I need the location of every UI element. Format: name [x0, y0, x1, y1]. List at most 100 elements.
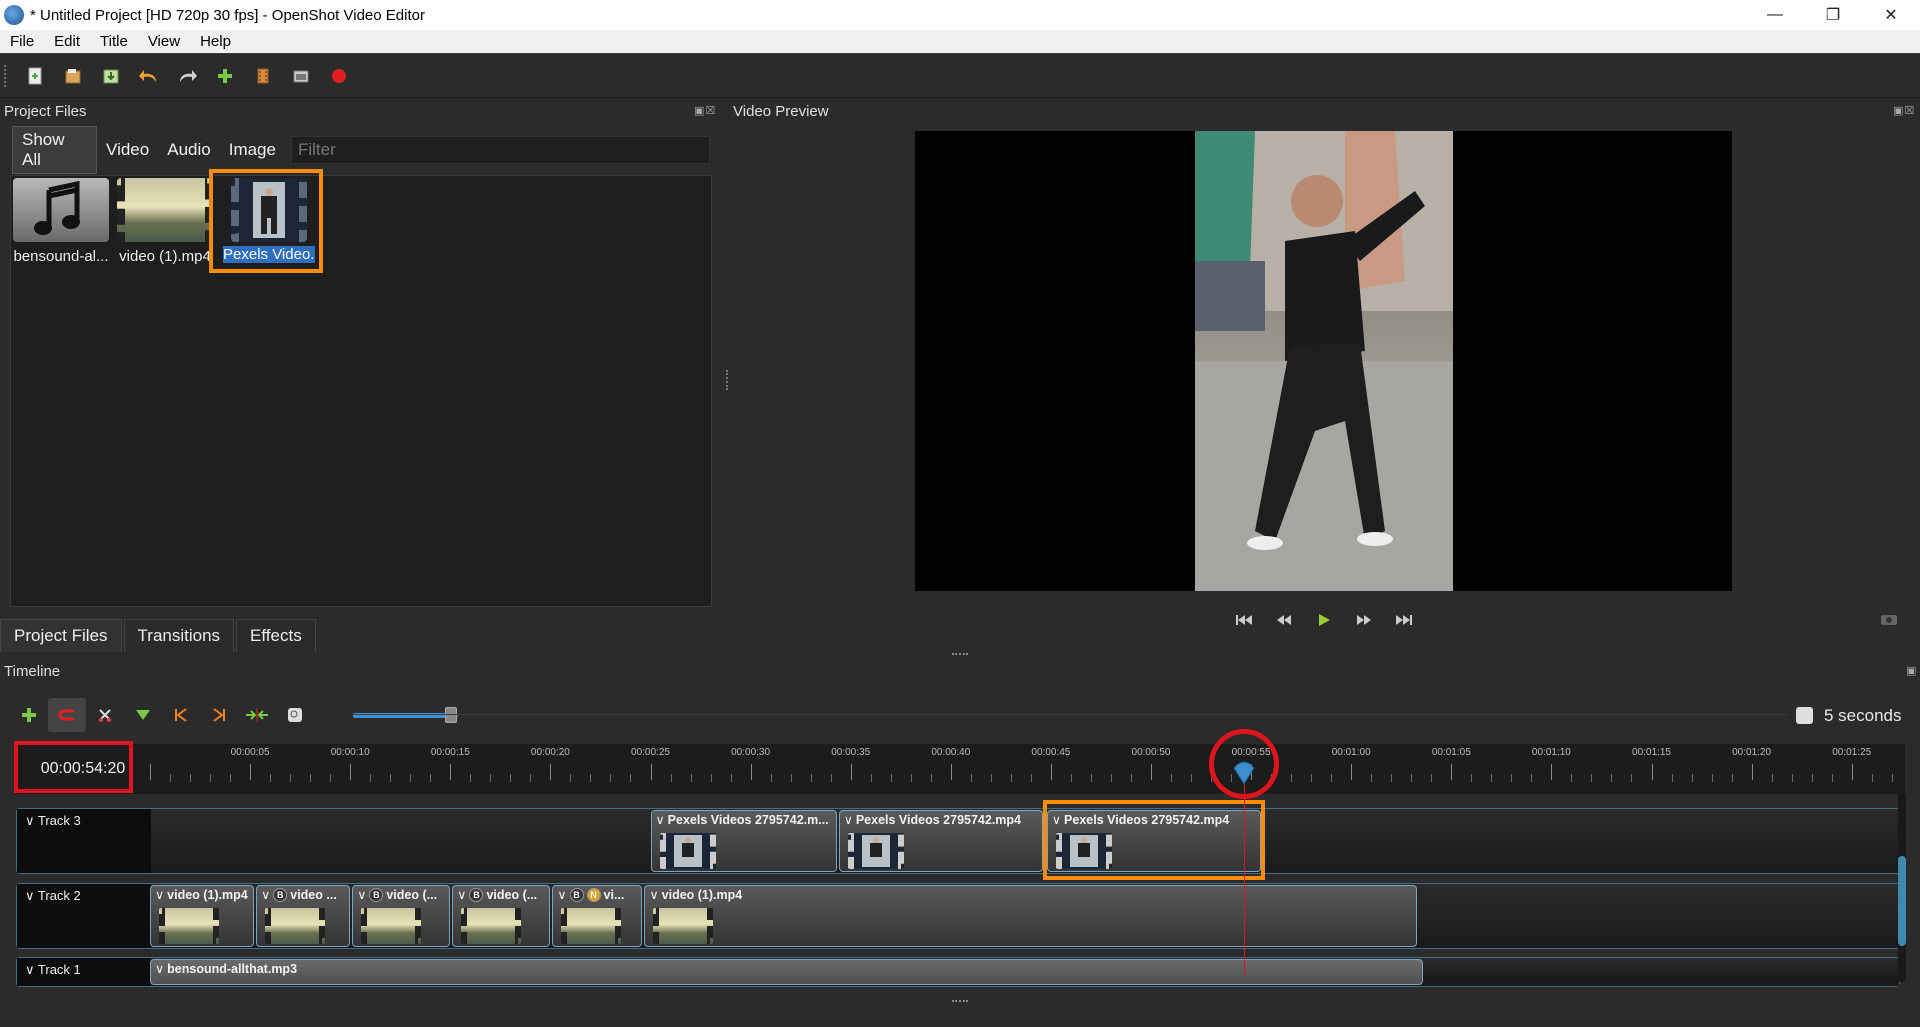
dock-float-icon[interactable]: ▣☒: [1893, 104, 1915, 117]
ruler-tick: [1731, 774, 1733, 782]
highlight-playhead: [1209, 729, 1280, 799]
timeline-clip[interactable]: ∨ Bvideo (...: [452, 885, 551, 947]
timeline-clip[interactable]: ∨ B Nvi...: [552, 885, 643, 947]
timeline-vscrollbar-thumb[interactable]: [1898, 856, 1906, 946]
ruler-tick: [310, 774, 312, 782]
jump-end-icon[interactable]: [1390, 606, 1418, 634]
ruler-tick: [650, 764, 652, 780]
panel-splitter[interactable]: [726, 370, 728, 390]
ruler-tick-label: 00:00:25: [631, 747, 670, 758]
horizontal-splitter[interactable]: [952, 653, 968, 655]
menu-help[interactable]: Help: [190, 33, 241, 50]
close-button[interactable]: ✕: [1862, 0, 1920, 30]
clip-menu-chevron-icon[interactable]: ∨: [844, 812, 853, 827]
ruler-tick: [1471, 774, 1473, 782]
ruler-tick: [390, 774, 392, 782]
add-track-icon[interactable]: [10, 698, 48, 732]
zoom-settings-icon[interactable]: [1796, 707, 1813, 724]
profile-icon[interactable]: [244, 57, 282, 95]
zoom-fit-icon[interactable]: [276, 698, 314, 732]
ruler-tick: [830, 774, 832, 782]
snapping-icon[interactable]: [48, 698, 86, 732]
transport-controls: [1230, 605, 1418, 635]
jump-start-icon[interactable]: [1230, 606, 1258, 634]
minimize-button[interactable]: —: [1746, 0, 1804, 30]
timeline-clip[interactable]: ∨ Bvideo ...: [256, 885, 351, 947]
ruler-tick: [1050, 764, 1052, 780]
zoom-slider-handle[interactable]: [444, 707, 457, 723]
menu-title[interactable]: Title: [90, 33, 138, 50]
center-playhead-icon[interactable]: [238, 698, 276, 732]
maximize-button[interactable]: ❐: [1804, 0, 1862, 30]
ruler-tick: [290, 774, 292, 782]
clip-menu-chevron-icon[interactable]: ∨: [557, 887, 566, 902]
filter-input[interactable]: [290, 136, 710, 164]
timeline-clip[interactable]: ∨ bensound-allthat.mp3: [150, 959, 1424, 985]
open-project-icon[interactable]: [54, 57, 92, 95]
toolbar-grip[interactable]: [4, 65, 8, 87]
window-title: * Untitled Project [HD 720p 30 fps] - Op…: [30, 6, 425, 24]
video-preview-canvas: [915, 131, 1732, 591]
file-item-audio[interactable]: bensound-al...: [11, 178, 111, 265]
clip-menu-chevron-icon[interactable]: ∨: [457, 887, 466, 902]
timeline-clip[interactable]: ∨ Bvideo (...: [352, 885, 451, 947]
clip-thumbnail: [653, 908, 714, 944]
fast-forward-icon[interactable]: [1350, 606, 1378, 634]
clip-menu-chevron-icon[interactable]: ∨: [261, 887, 270, 902]
dock-float-icon[interactable]: ▣: [1906, 664, 1917, 677]
ruler-tick: [1291, 774, 1293, 782]
clip-title: ∨ video (1).mp4: [155, 887, 248, 903]
ruler-tick-label: 00:00:10: [330, 747, 370, 758]
video-preview-title: Video Preview: [733, 103, 829, 120]
timeline-clip[interactable]: ∨ video (1).mp4: [150, 885, 255, 947]
clip-title-text: bensound-allthat.mp3: [167, 961, 298, 976]
ruler-tick-label: 00:00:50: [1131, 747, 1171, 758]
previous-marker-icon[interactable]: [162, 698, 200, 732]
play-icon[interactable]: [1310, 606, 1338, 634]
add-marker-icon[interactable]: [124, 698, 162, 732]
undo-icon[interactable]: [130, 57, 168, 95]
filter-show-all[interactable]: Show All: [12, 126, 98, 174]
screenshot-camera-icon[interactable]: [1880, 612, 1898, 631]
rewind-icon[interactable]: [1270, 606, 1298, 634]
ruler-tick: [250, 764, 252, 780]
menu-edit[interactable]: Edit: [44, 33, 90, 50]
filter-image[interactable]: Image: [220, 137, 285, 163]
clip-title: ∨ Pexels Videos 2795742.mp4: [844, 812, 1021, 828]
record-icon[interactable]: [320, 57, 358, 95]
ruler-tick: [530, 774, 532, 782]
clip-title-text: video (1).mp4: [167, 887, 248, 902]
clip-menu-chevron-icon[interactable]: ∨: [656, 812, 665, 827]
ruler-tick: [170, 774, 172, 782]
track-label: ∨ Track 1: [17, 958, 151, 986]
clip-menu-chevron-icon[interactable]: ∨: [649, 887, 658, 902]
new-project-icon[interactable]: [16, 57, 54, 95]
tab-transitions[interactable]: Transitions: [123, 619, 235, 652]
menu-file[interactable]: File: [0, 33, 44, 50]
timeline-clip[interactable]: ∨ video (1).mp4: [644, 885, 1418, 947]
save-project-icon[interactable]: [92, 57, 130, 95]
tab-project-files[interactable]: Project Files: [0, 619, 122, 652]
next-marker-icon[interactable]: [200, 698, 238, 732]
bottom-splitter[interactable]: [952, 1000, 968, 1002]
redo-icon[interactable]: [168, 57, 206, 95]
filter-audio[interactable]: Audio: [158, 137, 219, 163]
filter-video[interactable]: Video: [97, 137, 158, 163]
clip-menu-chevron-icon[interactable]: ∨: [357, 887, 366, 902]
menu-view[interactable]: View: [138, 33, 190, 50]
tab-effects[interactable]: Effects: [236, 619, 316, 652]
clip-menu-chevron-icon[interactable]: ∨: [155, 961, 164, 976]
timeline-clip[interactable]: ∨ Pexels Videos 2795742.mp4: [838, 810, 1043, 872]
ruler-tick: [370, 774, 372, 782]
fullscreen-icon[interactable]: [282, 57, 320, 95]
ruler-tick: [1371, 774, 1373, 782]
timeline-ruler[interactable]: 00:00:05 00:00:10 00:00:15 00:00:20 00:00:25…: [150, 744, 1905, 794]
clip-title: ∨ B Nvi...: [557, 887, 624, 902]
file-item-video[interactable]: video (1).mp4: [115, 178, 215, 265]
track-label: ∨ Track 3: [17, 809, 151, 873]
timeline-clip[interactable]: ∨ Pexels Videos 2795742.m...: [650, 810, 837, 872]
dock-float-icon[interactable]: ▣☒: [694, 104, 716, 117]
razor-icon[interactable]: [86, 698, 124, 732]
clip-menu-chevron-icon[interactable]: ∨: [155, 887, 164, 902]
import-files-icon[interactable]: [206, 57, 244, 95]
